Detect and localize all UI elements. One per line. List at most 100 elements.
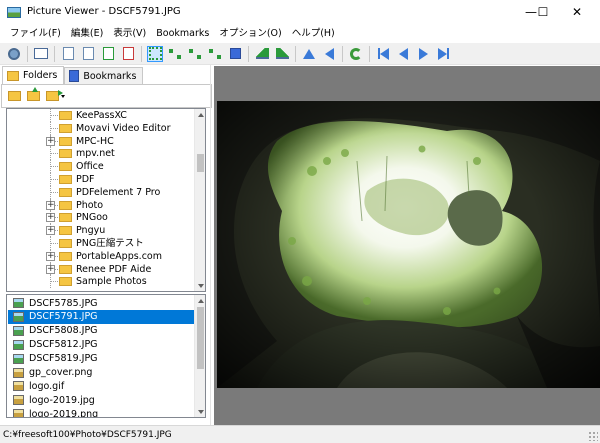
scroll-up-button[interactable] — [195, 295, 205, 306]
tree-item[interactable]: PNG圧縮テスト — [7, 236, 195, 250]
folder-icon — [59, 123, 72, 133]
rotate-left-icon[interactable] — [254, 46, 270, 62]
file-list-item[interactable]: DSCF5808.JPG — [8, 324, 194, 338]
next-image-icon[interactable] — [415, 46, 431, 62]
tree-item-label: Movavi Video Editor — [76, 122, 171, 134]
delete-icon[interactable] — [120, 46, 136, 62]
menu-bookmarks[interactable]: Bookmarks — [151, 24, 214, 43]
zoom-in-icon[interactable] — [167, 46, 183, 62]
maximize-button[interactable]: ☐ — [520, 0, 566, 24]
file-list-item[interactable]: logo-2019.png — [8, 407, 194, 417]
first-image-icon[interactable] — [375, 46, 391, 62]
tab-bookmarks[interactable]: Bookmarks — [64, 67, 144, 84]
file-list-item[interactable]: DSCF5791.JPG — [8, 309, 194, 324]
tree-item[interactable]: Office — [7, 160, 195, 173]
tree-item-label: Photo — [76, 199, 104, 211]
folder-toolbar — [1, 84, 212, 108]
file-list-item[interactable]: logo-2019.jpg — [8, 393, 194, 407]
folder-tree-scrollbar[interactable] — [194, 109, 205, 291]
move-icon[interactable] — [100, 46, 116, 62]
menu-help[interactable]: ヘルプ(H) — [287, 24, 340, 43]
parent-folder-icon[interactable] — [27, 87, 40, 101]
tree-line — [51, 191, 58, 193]
refresh-icon[interactable] — [348, 46, 364, 62]
folder-tree[interactable]: KeePassXC Movavi Video Editor + MPC-HC mpv.n… — [6, 108, 206, 292]
file-list-scrollbar[interactable] — [194, 295, 205, 417]
folder-icon — [59, 264, 72, 274]
scrollbar-thumb[interactable] — [197, 307, 204, 369]
tree-item[interactable]: Sample Photos — [7, 275, 195, 289]
actual-size-icon[interactable] — [227, 46, 243, 62]
tree-line — [51, 281, 58, 283]
image-file-icon — [13, 409, 24, 417]
paste-icon[interactable] — [80, 46, 96, 62]
menu-options[interactable]: オプション(O) — [214, 24, 286, 43]
folder-icon — [59, 136, 72, 146]
flip-vertical-icon[interactable] — [301, 46, 317, 62]
scroll-down-button[interactable] — [195, 406, 205, 417]
previous-image-icon[interactable] — [395, 46, 411, 62]
tree-item[interactable]: Movavi Video Editor — [7, 121, 195, 135]
menu-file[interactable]: ファイル(F) — [5, 24, 66, 43]
expand-icon[interactable]: + — [46, 200, 55, 210]
fit-window-icon[interactable] — [147, 45, 163, 62]
file-list[interactable]: DSCF5785.JPG DSCF5791.JPG DSCF5808.JPG DSCF… — [6, 294, 206, 418]
tree-item[interactable]: + Photo — [7, 198, 195, 212]
tree-item[interactable]: PDFelement 7 Pro — [7, 185, 195, 199]
tree-item[interactable]: KeePassXC — [7, 109, 195, 122]
folder-navigate-icon[interactable] — [46, 90, 63, 101]
panel-splitter[interactable] — [210, 65, 211, 425]
tree-item-label: PNG圧縮テスト — [76, 237, 144, 249]
image-file-icon — [13, 381, 24, 392]
tree-item[interactable]: mpv.net — [7, 147, 195, 161]
file-name: DSCF5791.JPG — [29, 311, 98, 323]
tree-item[interactable]: + PortableApps.com — [7, 249, 195, 263]
tree-item-label: PDF — [76, 173, 95, 185]
new-folder-icon[interactable] — [8, 91, 21, 101]
tree-line — [51, 242, 58, 244]
menu-edit[interactable]: 編集(E) — [66, 24, 108, 43]
settings-icon[interactable] — [6, 46, 22, 62]
tree-item-label: KeePassXC — [76, 110, 127, 121]
tree-item[interactable]: + Pngyu — [7, 224, 195, 237]
file-list-item[interactable]: DSCF5812.JPG — [8, 338, 194, 352]
flip-horizontal-icon[interactable] — [321, 46, 337, 62]
file-list-item[interactable]: DSCF5819.JPG — [8, 352, 194, 366]
tree-item[interactable]: + PNGoo — [7, 211, 195, 225]
folder-icon — [59, 149, 72, 159]
scrollbar-thumb[interactable] — [197, 154, 204, 172]
toolbar-separator — [248, 45, 249, 62]
resize-grip[interactable] — [588, 431, 598, 441]
zoom-out-icon[interactable] — [187, 46, 203, 62]
copy-icon[interactable] — [60, 46, 76, 62]
tree-item[interactable]: + MPC-HC — [7, 134, 195, 148]
tree-item[interactable]: + Renee PDF Aide — [7, 262, 195, 276]
scroll-up-button[interactable] — [195, 109, 205, 120]
expand-icon[interactable]: + — [46, 251, 55, 261]
file-list-item[interactable]: logo.gif — [8, 379, 194, 393]
rotate-right-icon[interactable] — [274, 46, 290, 62]
tab-folders[interactable]: Folders — [2, 66, 65, 84]
file-name: logo-2019.jpg — [29, 394, 95, 406]
folder-icon — [59, 174, 72, 184]
file-list-item[interactable]: DSCF5785.JPG — [8, 296, 194, 310]
toolbar-separator — [342, 45, 343, 62]
fit-width-icon[interactable] — [207, 46, 223, 62]
image-view[interactable] — [214, 66, 600, 426]
file-list-item[interactable]: gp_cover.png — [8, 366, 194, 380]
toolbar-separator — [295, 45, 296, 62]
expand-icon[interactable]: + — [46, 226, 55, 236]
tree-item-label: mpv.net — [76, 148, 115, 160]
expand-icon[interactable]: + — [46, 136, 55, 146]
panel-layout-icon[interactable] — [33, 46, 49, 62]
bookmark-icon — [69, 70, 80, 82]
expand-icon[interactable]: + — [46, 213, 55, 223]
expand-icon[interactable]: + — [46, 264, 55, 274]
last-image-icon[interactable] — [435, 46, 451, 62]
folder-icon — [59, 226, 72, 236]
scroll-down-button[interactable] — [195, 280, 205, 291]
window-title: Picture Viewer - DSCF5791.JPG — [27, 6, 181, 17]
menu-view[interactable]: 表示(V) — [108, 24, 151, 43]
image-file-icon — [13, 325, 24, 336]
tree-item[interactable]: PDF — [7, 172, 195, 186]
